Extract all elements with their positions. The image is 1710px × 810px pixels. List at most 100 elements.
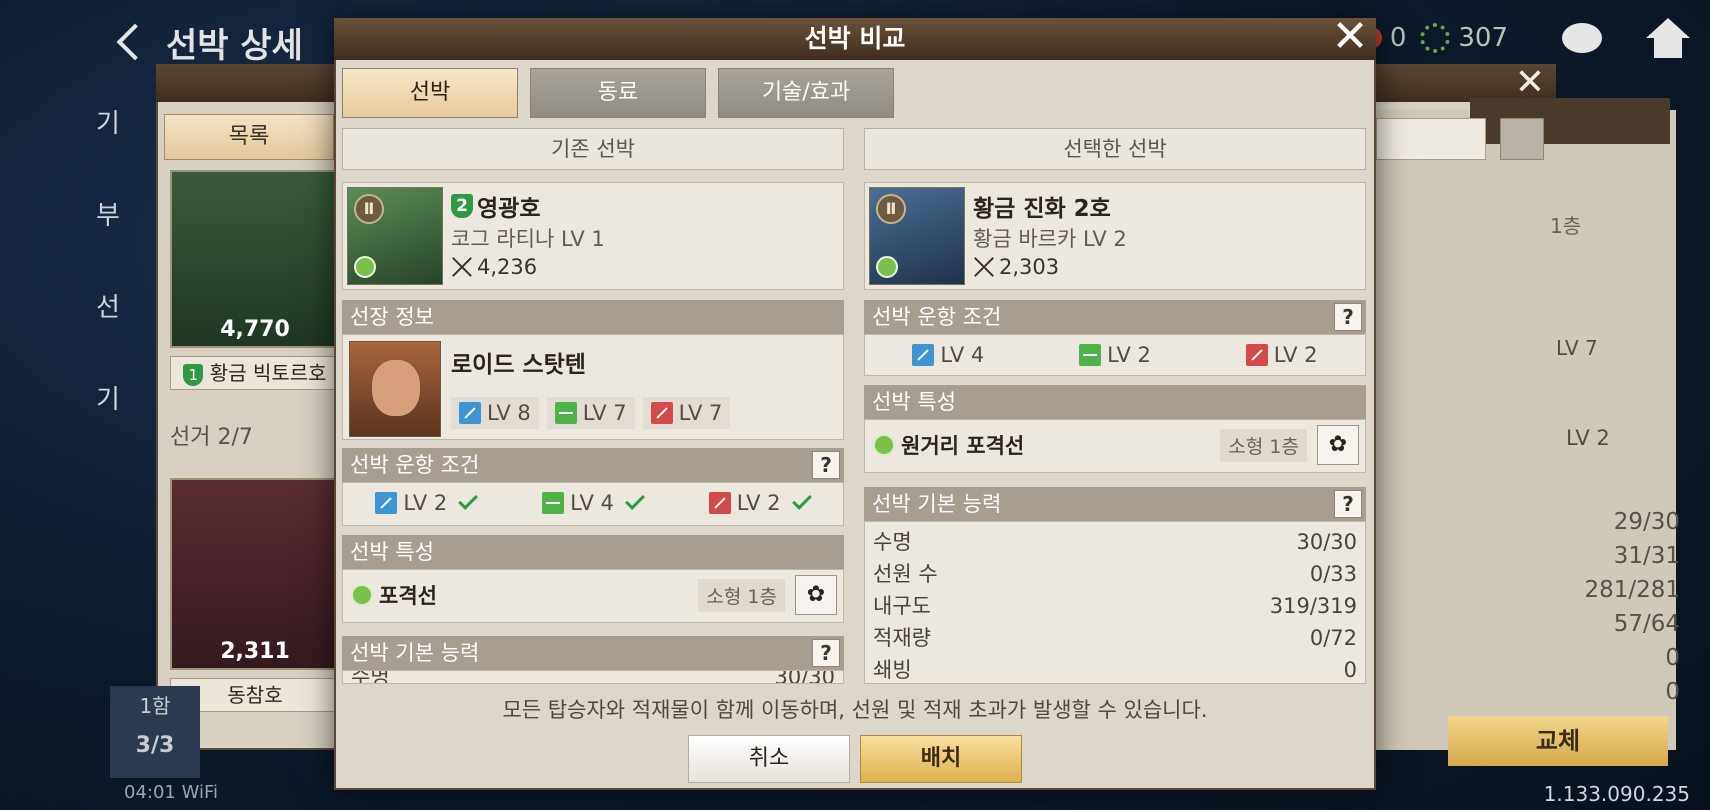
captain-info-header: 선장 정보 <box>342 300 844 334</box>
captain-stat-adventure: LV 8 <box>451 397 539 429</box>
cannon-slots-icon[interactable] <box>795 575 837 615</box>
close-icon[interactable]: ✕ <box>1328 15 1372 60</box>
ship-card-name: 1 황금 빅토르호 <box>170 356 340 390</box>
ability-row: 쇄빙 0 <box>873 658 1357 682</box>
sailing-requirements: LV 4 LV 2 LV 2 <box>864 334 1366 376</box>
adventure-icon <box>459 402 481 424</box>
trait-name: 원거리 포격선 <box>901 434 1025 458</box>
level-badge: 1 <box>183 363 204 386</box>
ship-trait-header: 선박 특성 <box>864 385 1366 419</box>
ship-type: 코그 라티나 LV 1 <box>451 227 605 251</box>
wheel-resource: 307 <box>1420 23 1508 53</box>
fleet-dock-count: 선거 2/7 <box>170 425 253 450</box>
ability-row: 선원 수 0/33 <box>873 562 1357 586</box>
filter-icon[interactable] <box>1500 118 1544 160</box>
help-icon[interactable]: ? <box>1334 303 1362 331</box>
ability-row: 적재량 0/72 <box>873 626 1357 650</box>
check-icon <box>458 490 479 510</box>
side-label: 기 <box>96 385 120 415</box>
adventure-icon <box>912 344 935 366</box>
level-badge: 2 <box>451 194 473 218</box>
home-icon[interactable] <box>1646 18 1690 58</box>
status-bar: 04:01 WiFi <box>124 782 219 803</box>
check-icon <box>624 490 645 510</box>
current-ship-card: Ⅱ 2 영광호 코그 라티나 LV 1 4,236 <box>342 182 844 290</box>
trade-icon <box>1079 344 1102 366</box>
help-icon[interactable]: ? <box>1334 490 1362 518</box>
sailing-requirements-header: 선박 운항 조건 ? <box>864 300 1366 334</box>
captain-portrait[interactable] <box>349 341 441 437</box>
trait-size: 소형 1층 <box>698 579 785 612</box>
side-label: 부 <box>96 201 120 231</box>
requirement-battle: LV 2 <box>1245 343 1318 367</box>
swap-button[interactable]: 교체 <box>1448 716 1668 766</box>
sailing-requirements: LV 2 LV 4 LV 2 <box>342 482 844 526</box>
page-indicator: 1함 3/3 <box>110 686 200 778</box>
page-title: 선박 상세 <box>166 25 303 66</box>
ship-image: Ⅱ <box>347 187 443 285</box>
battle-icon <box>650 402 673 424</box>
grade-icon: Ⅱ <box>876 194 906 224</box>
ability-row: 수명 30/30 <box>873 530 1357 554</box>
ship-card[interactable]: 2,311 <box>170 478 340 670</box>
panel-close-icon[interactable]: ✕ <box>1510 65 1550 101</box>
side-label: 선 <box>96 293 120 323</box>
ship-name: 황금 진화 2호 <box>973 196 1111 222</box>
check-icon <box>791 490 812 510</box>
ship-power: 4,236 <box>451 255 537 279</box>
requirement-trade: LV 2 <box>1079 343 1151 367</box>
ship-trait-header: 선박 특성 <box>342 535 844 569</box>
ship-name: 2 영광호 <box>451 189 540 223</box>
level-label: LV 7 <box>1556 336 1598 360</box>
requirement-adventure: LV 2 <box>375 490 479 515</box>
place-button[interactable]: 배치 <box>860 735 1022 783</box>
ship-type: 황금 바르카 LV 2 <box>973 227 1127 251</box>
side-label: 기 <box>96 109 120 139</box>
list-tab[interactable]: 목록 <box>164 114 334 160</box>
notice-message: 모든 탑승자와 적재물이 함께 이동하며, 선원 및 적재 초과가 발생할 수 … <box>502 698 1208 722</box>
selected-ship-card: Ⅱ 황금 진화 2호 황금 바르카 LV 2 2,303 <box>864 182 1366 290</box>
captain-name: 로이드 스탓텐 <box>451 352 586 378</box>
ship-ability-header: 선박 기본 능력 ? <box>864 487 1366 521</box>
captain-face <box>372 360 420 416</box>
captain-stat-battle: LV 7 <box>642 397 731 429</box>
tab-skills-effects[interactable]: 기술/효과 <box>718 68 894 118</box>
ship-image: Ⅱ <box>869 187 965 285</box>
trade-icon <box>542 492 565 514</box>
right-stat-values: 29/30 31/31 281/281 57/64 0 0 <box>1584 509 1680 705</box>
dialog-title: 선박 비교 <box>334 18 1376 60</box>
ship-type-icon <box>873 434 895 456</box>
ship-wheel-icon <box>1420 23 1451 53</box>
level-label: LV 2 <box>1566 426 1610 450</box>
ship-type-icon <box>354 256 376 278</box>
ship-type-icon <box>351 584 373 606</box>
trade-icon <box>554 402 577 424</box>
chat-icon[interactable] <box>1562 23 1602 53</box>
header: 선박 상세 <box>112 14 303 70</box>
selected-ship-title: 선택한 선박 <box>864 128 1366 170</box>
help-icon[interactable]: ? <box>812 451 840 479</box>
swords-icon <box>973 256 995 278</box>
grade-icon: Ⅱ <box>354 194 384 224</box>
sailing-requirements-header: 선박 운항 조건 ? <box>342 448 844 482</box>
ship-card[interactable]: 4,770 <box>170 170 340 348</box>
ship-trait: 원거리 포격선 소형 1층 <box>864 419 1366 473</box>
back-arrow-icon[interactable] <box>116 23 154 61</box>
resource-bar: 0 307 <box>1359 16 1710 60</box>
requirement-adventure: LV 4 <box>912 343 984 367</box>
tab-companion[interactable]: 동료 <box>530 68 706 118</box>
ship-type-icon <box>876 256 898 278</box>
tab-ship[interactable]: 선박 <box>342 68 518 118</box>
trait-name: 포격선 <box>379 584 437 608</box>
search-input[interactable] <box>1376 118 1486 160</box>
floor-label: 1층 <box>1550 214 1582 238</box>
captain-stats: LV 8 LV 7 LV 7 <box>451 397 731 429</box>
ship-abilities: 수명 30/30 선원 수 0/33 내구도 319/319 적재량 0/72 쇄빙 0 <box>864 521 1366 684</box>
adventure-icon <box>375 492 398 514</box>
current-ship-title: 기존 선박 <box>342 128 844 170</box>
requirement-trade: LV 4 <box>542 490 645 515</box>
cannon-slots-icon[interactable] <box>1317 425 1359 465</box>
help-icon[interactable]: ? <box>812 639 840 667</box>
captain-stat-trade: LV 7 <box>546 397 635 429</box>
cancel-button[interactable]: 취소 <box>688 735 850 783</box>
